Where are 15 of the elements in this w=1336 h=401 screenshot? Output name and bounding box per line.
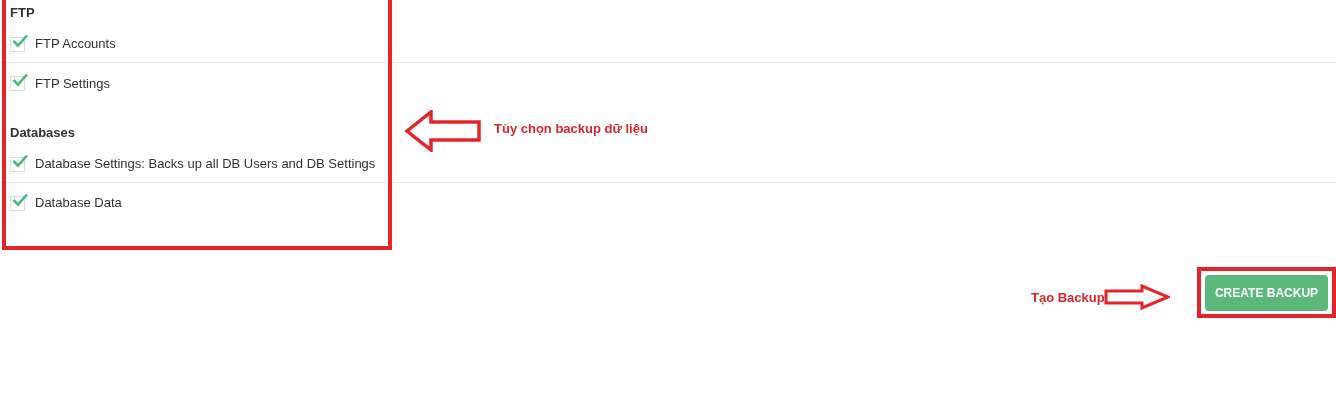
option-label: Database Data	[35, 194, 122, 213]
annotation-text: Tạo Backup	[1031, 289, 1105, 307]
checkbox[interactable]	[10, 195, 25, 211]
section-heading: Databases	[10, 124, 76, 143]
option-label: FTP Accounts	[35, 35, 116, 54]
right-arrow-icon	[1104, 284, 1170, 310]
left-arrow-icon	[405, 110, 481, 152]
option-label: FTP Settings	[35, 74, 110, 93]
checkbox[interactable]	[10, 76, 25, 91]
checkbox[interactable]	[10, 156, 25, 172]
option-label: Database Settings: Backs up all DB Users and DB Settings	[35, 155, 376, 174]
section-heading: FTP	[10, 4, 35, 23]
checkbox[interactable]	[10, 36, 25, 52]
annotation-text: Tùy chọn backup dữ liệu	[494, 120, 648, 138]
create-backup-button[interactable]: CREATE BACKUP	[1205, 275, 1328, 311]
